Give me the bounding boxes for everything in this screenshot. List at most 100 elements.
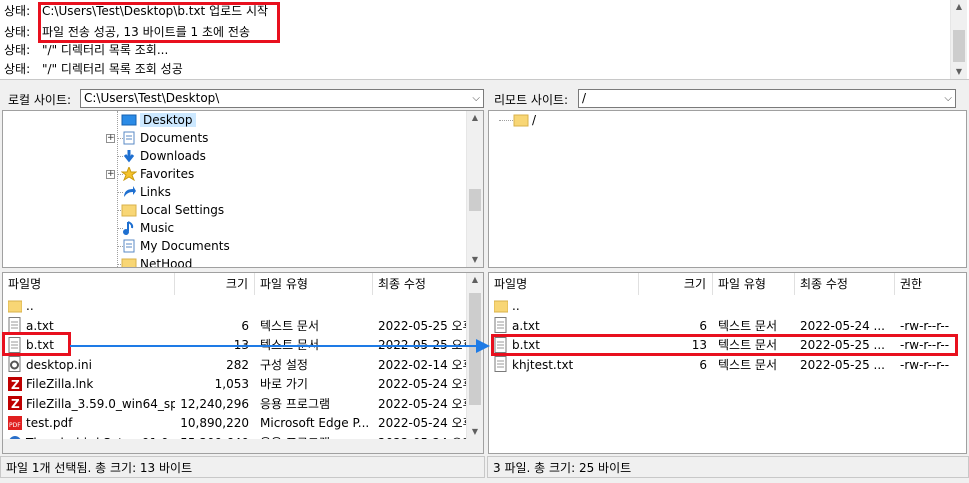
- log-line: 상태: "/" 디렉터리 목록 조회 성공: [4, 60, 183, 78]
- column-header-modified[interactable]: 최종 수정: [795, 273, 895, 295]
- log-scrollbar[interactable]: ▲ ▼: [950, 0, 967, 79]
- file-perm-cell: -rw-r--r--: [895, 356, 966, 375]
- scroll-up-icon[interactable]: ▲: [467, 111, 483, 125]
- tree-item-desktop[interactable]: Desktop: [121, 111, 196, 129]
- file-size: 13: [691, 338, 707, 352]
- file-row[interactable]: b.txt 13 텍스트 문서 2022-05-25 ... -rw-r--r--: [489, 336, 966, 355]
- column-header-type[interactable]: 파일 유형: [255, 273, 373, 295]
- parent-directory-row[interactable]: ..: [3, 297, 466, 316]
- tree-item-downloads[interactable]: Downloads: [121, 147, 206, 165]
- file-name-cell: PDF test.pdf: [3, 414, 175, 433]
- folder-icon: [513, 113, 529, 127]
- scroll-up-icon[interactable]: ▲: [467, 273, 483, 287]
- column-header-size[interactable]: 크기: [639, 273, 713, 295]
- file-modified: 2022-05-24 오후: [378, 416, 466, 430]
- local-site-input[interactable]: C:\Users\Test\Desktop\ ⌵: [80, 89, 484, 108]
- file-modified: 2022-05-24 오후: [378, 377, 466, 391]
- tree-guide: [117, 111, 118, 267]
- column-header-modified[interactable]: 최종 수정: [373, 273, 467, 295]
- tree-item-music[interactable]: Music: [121, 219, 174, 237]
- file-modified-cell: 2022-05-25 ...: [795, 336, 895, 355]
- text-file-icon: [8, 336, 22, 353]
- column-label: 최종 수정: [378, 277, 426, 291]
- column-label: 크기: [225, 277, 248, 291]
- file-type: 텍스트 문서: [718, 357, 778, 372]
- parent-directory-row[interactable]: ..: [489, 297, 966, 316]
- log-label: 상태:: [4, 4, 31, 18]
- folder-icon: [121, 203, 137, 217]
- file-size-cell: 10,890,220: [175, 414, 255, 433]
- scroll-thumb[interactable]: [953, 30, 965, 62]
- column-label: 파일 유형: [260, 277, 308, 291]
- file-row[interactable]: a.txt 6 텍스트 문서 2022-05-25 오후: [3, 317, 466, 336]
- scroll-thumb[interactable]: [469, 189, 481, 211]
- file-name-cell: a.txt: [3, 317, 175, 336]
- local-list-hscrollbar[interactable]: [3, 439, 483, 453]
- file-name-cell: Z FileZilla.lnk: [3, 375, 175, 394]
- file-type-cell: 텍스트 문서: [713, 336, 795, 355]
- remote-directory-tree[interactable]: /: [488, 110, 967, 268]
- chevron-down-icon[interactable]: ⌵: [944, 90, 952, 107]
- local-tree-scrollbar[interactable]: ▲ ▼: [466, 111, 483, 267]
- remote-site-input[interactable]: / ⌵: [578, 89, 956, 108]
- file-size-cell: 12,240,296: [175, 395, 255, 414]
- file-row[interactable]: Z FileZilla_3.59.0_win64_sp... 12,240,296 응…: [3, 395, 466, 414]
- scroll-down-icon[interactable]: ▼: [467, 425, 483, 439]
- tree-item-nethood[interactable]: NetHood: [121, 255, 192, 267]
- column-label: 파일명: [8, 277, 42, 291]
- expand-icon[interactable]: +: [106, 170, 115, 179]
- file-row[interactable]: a.txt 6 텍스트 문서 2022-05-24 ... -rw-r--r--: [489, 317, 966, 336]
- tree-item-root[interactable]: /: [513, 111, 536, 129]
- file-size: 6: [699, 318, 707, 333]
- tree-item-label: Favorites: [140, 167, 195, 181]
- file-name: FileZilla_3.59.0_win64_sp...: [26, 396, 175, 411]
- tree-item-label: My Documents: [140, 239, 230, 253]
- scroll-down-icon[interactable]: ▼: [467, 253, 483, 267]
- column-label: 크기: [683, 277, 706, 291]
- column-header-filename[interactable]: 파일명: [489, 273, 639, 295]
- file-type-cell: 바로 가기: [255, 375, 373, 394]
- chevron-down-icon[interactable]: ⌵: [472, 90, 480, 107]
- sort-arrow-icon: ^: [567, 272, 575, 277]
- file-name: a.txt: [512, 318, 540, 333]
- scroll-up-icon[interactable]: ▲: [951, 0, 967, 14]
- tree-item-local-settings[interactable]: Local Settings: [121, 201, 224, 219]
- expand-icon[interactable]: +: [106, 134, 115, 143]
- local-list-scrollbar[interactable]: ▲ ▼: [466, 273, 483, 439]
- downloads-icon: [121, 149, 137, 163]
- local-site-path: C:\Users\Test\Desktop\: [84, 91, 220, 105]
- local-file-list[interactable]: 파일명 ^ 크기 파일 유형 최종 수정 .. a.txt 6 텍스트 문서 2022-…: [2, 272, 484, 454]
- file-modified: 2022-05-25 ...: [800, 357, 885, 372]
- local-directory-tree[interactable]: + + Desktop Documents Downloads Favorite…: [2, 110, 484, 268]
- file-name: b.txt: [512, 338, 540, 352]
- file-name: khjtest.txt: [512, 357, 574, 372]
- file-row[interactable]: Z FileZilla.lnk 1,053 바로 가기 2022-05-24 오후: [3, 375, 466, 394]
- file-row[interactable]: khjtest.txt 6 텍스트 문서 2022-05-25 ... -rw-r--r…: [489, 356, 966, 375]
- local-site-bar: 로컬 사이트: C:\Users\Test\Desktop\ ⌵: [0, 87, 484, 109]
- file-size-cell: 13: [639, 336, 713, 355]
- file-name-cell: ..: [3, 297, 175, 316]
- tree-item-favorites[interactable]: Favorites: [120, 165, 195, 183]
- message-log[interactable]: 상태: C:\Users\Test\Desktop\b.txt 업로드 시작 상태…: [0, 0, 969, 80]
- log-label: 상태:: [4, 43, 31, 57]
- scroll-down-icon[interactable]: ▼: [951, 65, 967, 79]
- tree-item-links[interactable]: Links: [121, 183, 171, 201]
- tree-item-documents[interactable]: Documents: [121, 129, 208, 147]
- file-row[interactable]: PDF test.pdf 10,890,220 Microsoft Edge P...…: [3, 414, 466, 433]
- file-modified: 2022-05-24 ...: [800, 318, 885, 333]
- file-name-cell: a.txt: [489, 317, 639, 336]
- tree-item-my-documents[interactable]: My Documents: [121, 237, 230, 255]
- log-text: C:\Users\Test\Desktop\b.txt 업로드 시작: [42, 4, 269, 18]
- remote-file-list[interactable]: 파일명 ^ 크기 파일 유형 최종 수정 권한 .. a.txt 6 텍스트 문서 20…: [488, 272, 967, 454]
- sort-arrow-icon: ^: [85, 272, 93, 277]
- links-icon: [121, 185, 137, 199]
- column-header-type[interactable]: 파일 유형: [713, 273, 795, 295]
- transfer-arrow-icon: [70, 339, 490, 353]
- column-header-size[interactable]: 크기: [175, 273, 255, 295]
- local-status-bar: 파일 1개 선택됨. 총 크기: 13 바이트: [0, 456, 485, 478]
- file-modified-cell: 2022-05-24 ...: [795, 317, 895, 336]
- file-row[interactable]: desktop.ini 282 구성 설정 2022-02-14 오후: [3, 356, 466, 375]
- column-header-permissions[interactable]: 권한: [895, 273, 966, 295]
- column-label: 파일명: [494, 277, 528, 291]
- log-line: 상태: C:\Users\Test\Desktop\b.txt 업로드 시작: [4, 2, 268, 20]
